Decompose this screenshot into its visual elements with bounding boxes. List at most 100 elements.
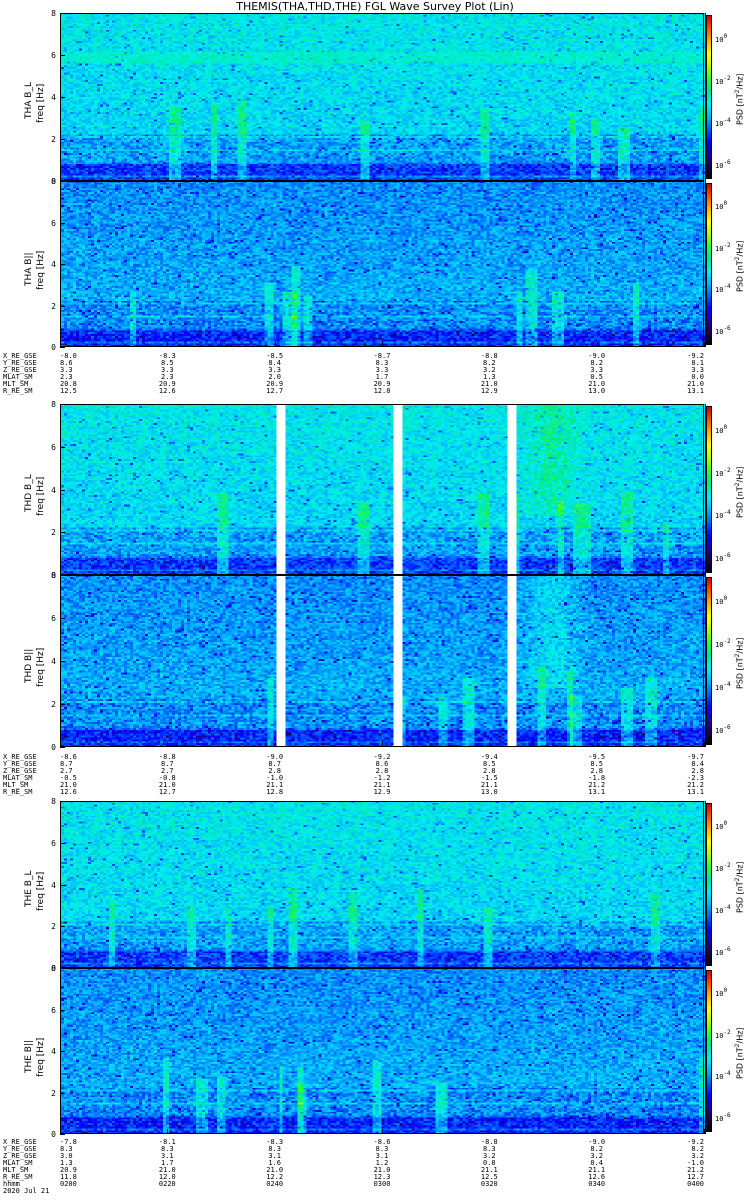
- colorbar-tick-label: 10-4: [715, 116, 731, 128]
- y-tick-mark: [60, 661, 65, 662]
- ephemeris-value: 12.7: [266, 387, 284, 395]
- y-tick-mark: [60, 264, 65, 265]
- y-tick-label: 2: [51, 1088, 56, 1098]
- ephemeris-value: 0320: [480, 1180, 498, 1188]
- ephemeris-value: 12.9: [480, 387, 498, 395]
- panel-yunit: freq [Hz]: [36, 250, 46, 290]
- ephemeris-row-r_re_sm: R_RE_SM 12.6 12.7 12.8 12.9 13.0 13.1 13.1: [0, 789, 750, 796]
- colorbar-frame: [706, 970, 712, 1132]
- y-tick-mark: [60, 532, 65, 534]
- spectrogram-tha-b_l: [60, 13, 706, 181]
- x-tick-mark: [489, 1129, 491, 1134]
- y-tick-label: 6: [51, 614, 56, 623]
- colorbar-label: PSD [nT2/Hz]: [734, 465, 745, 518]
- y-tick-label: 6: [51, 51, 56, 60]
- ephemeris-row-r_re_sm: R_RE_SM 12.5 12.6 12.7 12.8 12.9 13.0 13.1: [0, 388, 750, 395]
- y-tick-mark: [60, 618, 65, 619]
- x-tick-mark: [167, 1129, 169, 1134]
- y-tick-mark: [60, 139, 65, 140]
- ephemeris-name: R_RE_SM: [3, 387, 33, 395]
- ephemeris-value: 0220: [158, 1180, 176, 1188]
- ephemeris-value: 12.5: [60, 387, 77, 395]
- y-tick-label: 6: [51, 838, 56, 848]
- y-tick-label: 8: [51, 400, 56, 409]
- x-tick-mark: [382, 1129, 383, 1134]
- colorbar-label: PSD [nT2/Hz]: [734, 1027, 745, 1079]
- y-tick-mark: [60, 446, 65, 448]
- colorbar-label: PSD [nT2/Hz]: [734, 637, 745, 689]
- x-tick-mark: [60, 742, 61, 747]
- y-tick-mark: [60, 575, 65, 576]
- x-tick-mark: [274, 1129, 276, 1134]
- x-tick-mark: [274, 342, 276, 347]
- y-tick-mark: [60, 305, 65, 307]
- ephemeris-value: 0200: [60, 1180, 77, 1188]
- y-tick-label: 2: [51, 922, 56, 932]
- colorbar-tick-label: 10-4: [715, 903, 731, 915]
- x-tick-mark: [489, 342, 491, 347]
- y-tick-mark: [60, 968, 65, 969]
- panel-ylabel: THA B_L: [24, 82, 34, 119]
- x-tick-mark: [60, 1129, 61, 1134]
- y-tick-mark: [60, 404, 65, 405]
- ephemeris-value: 13.1: [588, 788, 606, 796]
- colorbar-tick-label: 10-6: [715, 552, 731, 564]
- ephemeris-value: 12.6: [60, 788, 77, 796]
- colorbar-tick-label: 100: [715, 595, 728, 607]
- ephemeris-value: 12.8: [266, 788, 284, 796]
- y-tick-label: 2: [51, 700, 56, 709]
- colorbar-label: PSD [nT2/Hz]: [734, 240, 745, 292]
- ephemeris-row-hhmm: hhmm 0200 0220 0240 0300 0320 0340 0400: [0, 1181, 750, 1188]
- colorbar-tick-label: 10-2: [715, 74, 731, 86]
- x-tick-mark: [489, 742, 491, 747]
- y-tick-label: 0: [51, 743, 56, 752]
- ephemeris-value: 0240: [266, 1180, 284, 1188]
- colorbar-tick-label: 100: [715, 32, 728, 44]
- x-tick-mark: [596, 342, 598, 347]
- y-tick-label: 2: [51, 528, 56, 538]
- x-tick-mark: [596, 742, 598, 747]
- colorbar-frame: [706, 406, 712, 573]
- panel-yunit: freq [Hz]: [36, 647, 46, 687]
- y-tick-mark: [60, 97, 65, 98]
- x-tick-mark: [704, 742, 705, 747]
- y-tick-mark: [60, 884, 65, 886]
- colorbar-tick-label: 10-2: [715, 862, 731, 874]
- y-tick-label: 6: [51, 442, 56, 452]
- panel-ylabel: THD B||: [24, 648, 34, 683]
- x-tick-mark: [60, 342, 61, 347]
- x-tick-mark: [596, 1129, 598, 1134]
- y-tick-label: 0: [51, 343, 56, 352]
- colorbar-frame: [706, 577, 712, 745]
- ephemeris-value: 13.0: [480, 788, 498, 796]
- x-tick-mark: [167, 342, 169, 347]
- panel-ylabel: THD B_L: [24, 473, 34, 512]
- y-tick-mark: [60, 1092, 65, 1094]
- y-tick-mark: [60, 1134, 65, 1135]
- ephemeris-value: 12.9: [373, 788, 391, 796]
- panel-yunit: freq [Hz]: [36, 476, 46, 516]
- spectrogram-tha-b_ii: [60, 181, 706, 347]
- colorbar-tick-label: 10-4: [715, 283, 731, 295]
- colorbar-tick-label: 10-6: [715, 1111, 731, 1123]
- colorbar-tick-label: 100: [715, 200, 728, 212]
- spectrogram-the-b_l: [60, 801, 706, 968]
- ephemeris-value: 13.0: [588, 387, 606, 395]
- colorbar-tick-label: 10-6: [715, 724, 731, 736]
- spectrogram-the-b_ii: [60, 968, 706, 1134]
- y-tick-label: 8: [51, 964, 56, 973]
- ephemeris-value: 13.1: [687, 387, 704, 395]
- y-tick-label: 8: [51, 177, 56, 186]
- spectrogram-thd-b_l: [60, 404, 706, 575]
- colorbar-tick-label: 10-6: [715, 324, 731, 336]
- colorbar-tick-label: 10-2: [715, 638, 731, 650]
- ephemeris-value: 12.7: [158, 788, 176, 796]
- colorbar-tick-label: 100: [715, 423, 728, 435]
- date-stamp: 2020 Jul 21: [3, 1187, 50, 1195]
- colorbar-frame: [706, 803, 712, 966]
- colorbar-label: PSD [nT2/Hz]: [734, 73, 745, 125]
- colorbar-tick-label: 10-6: [715, 158, 731, 170]
- y-tick-label: 8: [51, 797, 56, 806]
- ephemeris-value: 12.6: [158, 387, 176, 395]
- x-tick-mark: [704, 342, 705, 347]
